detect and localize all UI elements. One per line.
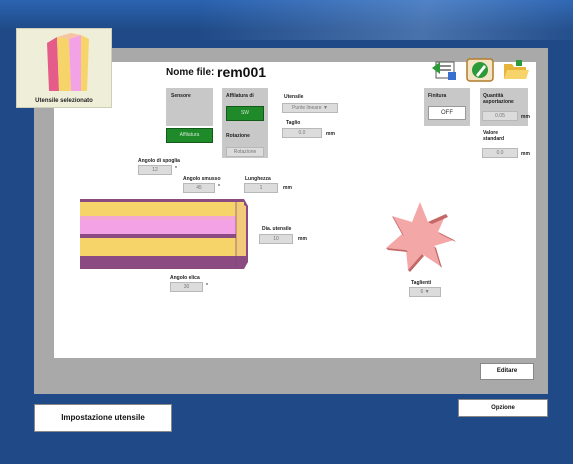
dia-utensile-unit: mm — [298, 236, 307, 242]
angolo-spoglia-unit: ° — [175, 166, 177, 172]
valore-standard-label: Valore standard — [483, 130, 505, 142]
taglienti-label: Taglienti — [411, 280, 432, 286]
angolo-spoglia-label: Angolo di spoglia — [138, 158, 180, 164]
rotazione-select[interactable]: Rotazione — [226, 147, 264, 157]
angolo-elica-input[interactable]: 30 — [170, 282, 203, 292]
rotazione-label: Rotazione — [226, 133, 250, 139]
tool-thumbnail-caption: Utensile selezionato — [35, 98, 93, 104]
angolo-elica-label: Angolo elica — [170, 275, 200, 281]
tool-cross-section-drawing — [386, 202, 456, 272]
editare-button[interactable]: Editare — [480, 363, 534, 380]
finitura-off-button[interactable]: OFF — [428, 106, 466, 120]
angolo-elica-unit: ° — [206, 283, 208, 289]
nome-file-label: Nome file: — [166, 67, 215, 78]
quantita-label: Quantità asportazione — [483, 93, 514, 105]
lunghezza-input[interactable]: 1 — [244, 183, 278, 193]
quantita-input[interactable]: 0.05 — [482, 111, 518, 121]
tool-image — [47, 33, 89, 91]
angolo-smusso-input[interactable]: 45 — [183, 183, 215, 193]
selected-tool-thumbnail[interactable]: Utensile selezionato — [16, 28, 112, 108]
impostazione-utensile-button[interactable]: Impostazione utensile — [34, 404, 172, 432]
export-icon[interactable] — [430, 58, 458, 82]
opzione-button[interactable]: Opzione — [458, 399, 548, 417]
angolo-smusso-unit: ° — [218, 184, 220, 190]
affilatura-label: Affilatura di — [226, 93, 254, 99]
taglio-unit: mm — [326, 131, 335, 137]
utensile-select[interactable]: Punte lineare ▼ — [282, 103, 338, 113]
angolo-spoglia-input[interactable]: 12 — [138, 165, 172, 175]
nome-file-value: rem001 — [217, 64, 267, 80]
taglienti-select[interactable]: 6 ▼ — [409, 287, 441, 297]
angolo-smusso-label: Angolo smusso — [183, 176, 221, 182]
valore-standard-unit: mm — [521, 151, 530, 157]
taglio-label: Taglio — [286, 120, 301, 126]
dia-utensile-label: Dia. utensile — [262, 226, 292, 232]
finitura-label: Finitura — [428, 93, 447, 99]
quantita-unit: mm — [521, 114, 530, 120]
background-glow — [200, 0, 573, 40]
folder-icon[interactable] — [502, 58, 530, 82]
tool-profile-drawing — [80, 199, 248, 269]
taglio-input[interactable]: 0.0 — [282, 128, 322, 138]
affilatura-green-button[interactable]: Affilatura — [166, 128, 213, 143]
edit-icon[interactable] — [466, 58, 494, 82]
sw-button[interactable]: SW — [226, 106, 264, 121]
lunghezza-label: Lunghezza — [245, 176, 271, 182]
dia-utensile-input[interactable]: 10 — [259, 234, 293, 244]
sensore-label: Sensore — [171, 93, 191, 99]
utensile-label: Utensile — [284, 94, 304, 100]
lunghezza-unit: mm — [283, 185, 292, 191]
valore-standard-input[interactable]: 0.0 — [482, 148, 518, 158]
